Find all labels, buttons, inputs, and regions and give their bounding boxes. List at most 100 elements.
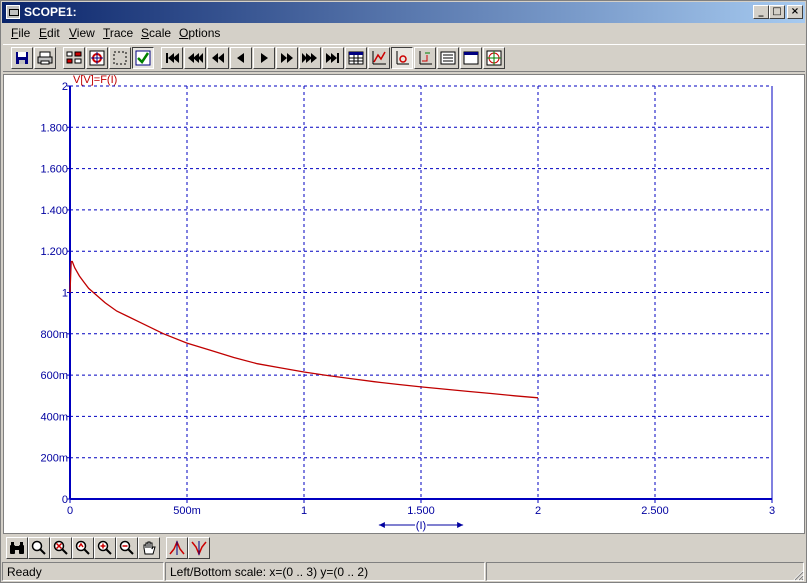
peak-max-button[interactable]: [166, 537, 188, 559]
x-tick-label: 0: [67, 505, 73, 517]
x-tick-label: 1: [301, 505, 307, 517]
peak-min-button[interactable]: [188, 537, 210, 559]
window-icon: [463, 51, 479, 65]
fast-forward-icon: [281, 53, 293, 63]
step-back-icon: [237, 53, 244, 63]
resize-grip-icon[interactable]: [792, 569, 804, 581]
x-axis-label: (I): [416, 520, 426, 532]
maximize-button[interactable]: □: [769, 5, 785, 19]
series-line[interactable]: [69, 260, 539, 399]
menu-file[interactable]: File: [11, 26, 30, 40]
scope-window: SCOPE1: _ □ × File Edit View Trace Scale…: [0, 0, 807, 583]
zoom-toolbar: [3, 535, 805, 561]
y-tick-label: 1.400: [40, 205, 68, 217]
status-bar: Ready Left/Bottom scale: x=(0 .. 3) y=(0…: [2, 562, 805, 582]
status-extra: [486, 562, 804, 581]
peak-max-icon: [169, 540, 185, 555]
chart-title: V[V]=F(I): [73, 75, 117, 86]
y-tick-label: 1.800: [40, 122, 68, 134]
graph-icon: [372, 51, 386, 65]
menu-view[interactable]: View: [69, 26, 95, 40]
graph-button[interactable]: [368, 47, 390, 69]
menu-trace[interactable]: Trace: [103, 26, 133, 40]
menu-scale[interactable]: Scale: [141, 26, 171, 40]
last-button[interactable]: [322, 47, 344, 69]
rewind-button[interactable]: [207, 47, 229, 69]
x-tick-label: 1.500: [407, 505, 435, 517]
y-tick-label: 800m: [40, 329, 68, 341]
close-button[interactable]: ×: [787, 5, 803, 19]
scope-chart[interactable]: 0200m400m600m800m11.2001.4001.6001.80020…: [4, 74, 804, 534]
y-tick-label: 1.600: [40, 164, 68, 176]
axis-icon: [419, 51, 432, 65]
status-ready: Ready: [2, 562, 164, 581]
binoculars-icon: [10, 542, 24, 554]
pan-hand-button[interactable]: [138, 537, 160, 559]
properties-icon: [66, 51, 82, 64]
scale-icon: [396, 51, 409, 65]
menu-bar: File Edit View Trace Scale Options: [2, 24, 805, 42]
y-tick-label: 400m: [40, 411, 68, 423]
zoom-cancel-button[interactable]: [50, 537, 72, 559]
zoom-in-button[interactable]: [94, 537, 116, 559]
grid-table-button[interactable]: [345, 47, 367, 69]
last-icon: [326, 53, 339, 63]
x-tick-label: 3: [769, 505, 775, 517]
y-tick-label: 1.200: [40, 246, 68, 258]
zoom-button[interactable]: [28, 537, 50, 559]
grid-lines: [70, 85, 773, 499]
menu-edit[interactable]: Edit: [39, 26, 60, 40]
scope-target-button[interactable]: [86, 47, 108, 69]
plot-area[interactable]: 0 200m 400m 600m 800m 1 1.200 1.400 1.600 1.800 2 0…: [3, 74, 805, 534]
list-icon: [440, 51, 456, 65]
window-title: SCOPE1:: [24, 5, 77, 19]
select-rect-button[interactable]: [109, 47, 131, 69]
zoom-out-button[interactable]: [116, 537, 138, 559]
grid-table-icon: [348, 51, 364, 65]
rewind-fast-button[interactable]: [184, 47, 206, 69]
peak-min-icon: [191, 541, 207, 556]
zoom-reset-button[interactable]: [72, 537, 94, 559]
axis-button[interactable]: [414, 47, 436, 69]
save-icon: [16, 52, 28, 64]
menu-options[interactable]: Options: [179, 26, 220, 40]
rewind-icon: [212, 53, 224, 63]
crosshair-button[interactable]: [483, 47, 505, 69]
print-button[interactable]: [34, 47, 56, 69]
minimize-button[interactable]: _: [753, 5, 769, 19]
pan-hand-icon: [143, 541, 156, 555]
properties-button[interactable]: [63, 47, 85, 69]
app-icon[interactable]: [6, 5, 20, 19]
play-button[interactable]: [253, 47, 275, 69]
main-toolbar: [3, 44, 805, 72]
x-tick-label: 2.500: [641, 505, 669, 517]
title-bar[interactable]: SCOPE1: _ □ ×: [2, 2, 805, 23]
list-button[interactable]: [437, 47, 459, 69]
check-button[interactable]: [132, 47, 154, 69]
zoom-out-icon: [119, 540, 134, 555]
zoom-icon: [31, 540, 46, 555]
status-scale: Left/Bottom scale: x=(0 .. 3) y=(0 .. 2): [165, 562, 485, 581]
rewind-fast-icon: [188, 53, 203, 63]
y-tick-label: 2: [62, 81, 68, 93]
check-icon: [135, 50, 151, 66]
scope-target-icon: [89, 50, 105, 66]
save-button[interactable]: [11, 47, 33, 69]
window-button[interactable]: [460, 47, 482, 69]
step-back-button[interactable]: [230, 47, 252, 69]
binoculars-button[interactable]: [6, 537, 28, 559]
zoom-cancel-icon: [53, 540, 68, 555]
scale-button[interactable]: [391, 47, 413, 69]
y-tick-label: 600m: [40, 370, 68, 382]
x-label-arrow-right: [457, 522, 464, 528]
crosshair-icon: [486, 50, 502, 66]
print-icon: [37, 51, 53, 65]
forward-fast-icon: [302, 53, 317, 63]
forward-fast-button[interactable]: [299, 47, 321, 69]
fast-forward-button[interactable]: [276, 47, 298, 69]
play-icon: [261, 53, 268, 63]
first-button[interactable]: [161, 47, 183, 69]
first-icon: [166, 53, 179, 63]
y-tick-label: 1: [62, 288, 68, 300]
zoom-reset-icon: [75, 540, 90, 555]
